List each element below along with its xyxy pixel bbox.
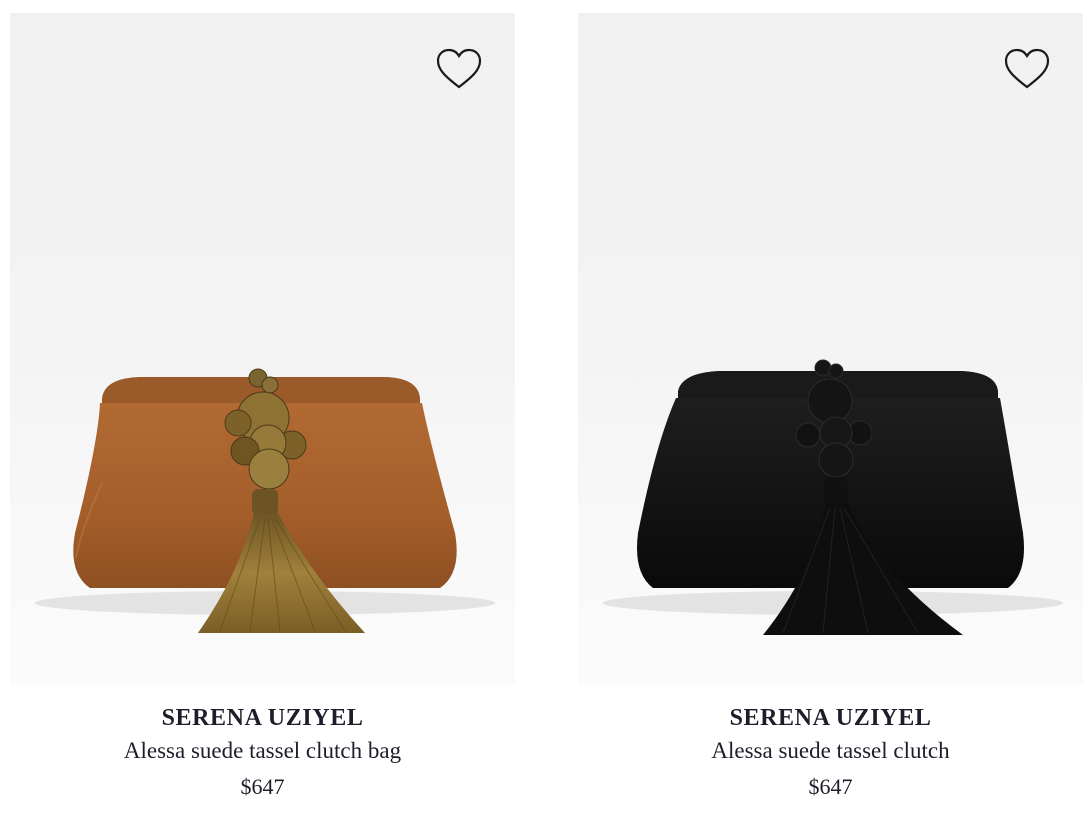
brand-name[interactable]: SERENA UZIYEL (10, 704, 515, 732)
clutch-bag-image (603, 359, 1063, 635)
product-card[interactable]: SERENA UZIYEL Alessa suede tassel clutch… (10, 13, 515, 801)
product-image[interactable] (578, 13, 1083, 685)
product-image[interactable] (10, 13, 515, 685)
clutch-bag-image (35, 368, 495, 633)
heart-outline-icon (436, 48, 482, 89)
wishlist-button[interactable] (436, 47, 482, 91)
product-card[interactable]: SERENA UZIYEL Alessa suede tassel clutch… (578, 13, 1083, 801)
product-price: $647 (808, 774, 853, 799)
wishlist-button[interactable] (1004, 47, 1050, 91)
brand-name[interactable]: SERENA UZIYEL (578, 704, 1083, 732)
product-name[interactable]: Alessa suede tassel clutch bag (10, 737, 515, 765)
product-info[interactable]: SERENA UZIYEL Alessa suede tassel clutch… (578, 704, 1083, 801)
heart-outline-icon (1004, 48, 1050, 89)
product-name[interactable]: Alessa suede tassel clutch (578, 737, 1083, 765)
product-price: $647 (240, 774, 285, 799)
product-info[interactable]: SERENA UZIYEL Alessa suede tassel clutch… (10, 704, 515, 801)
